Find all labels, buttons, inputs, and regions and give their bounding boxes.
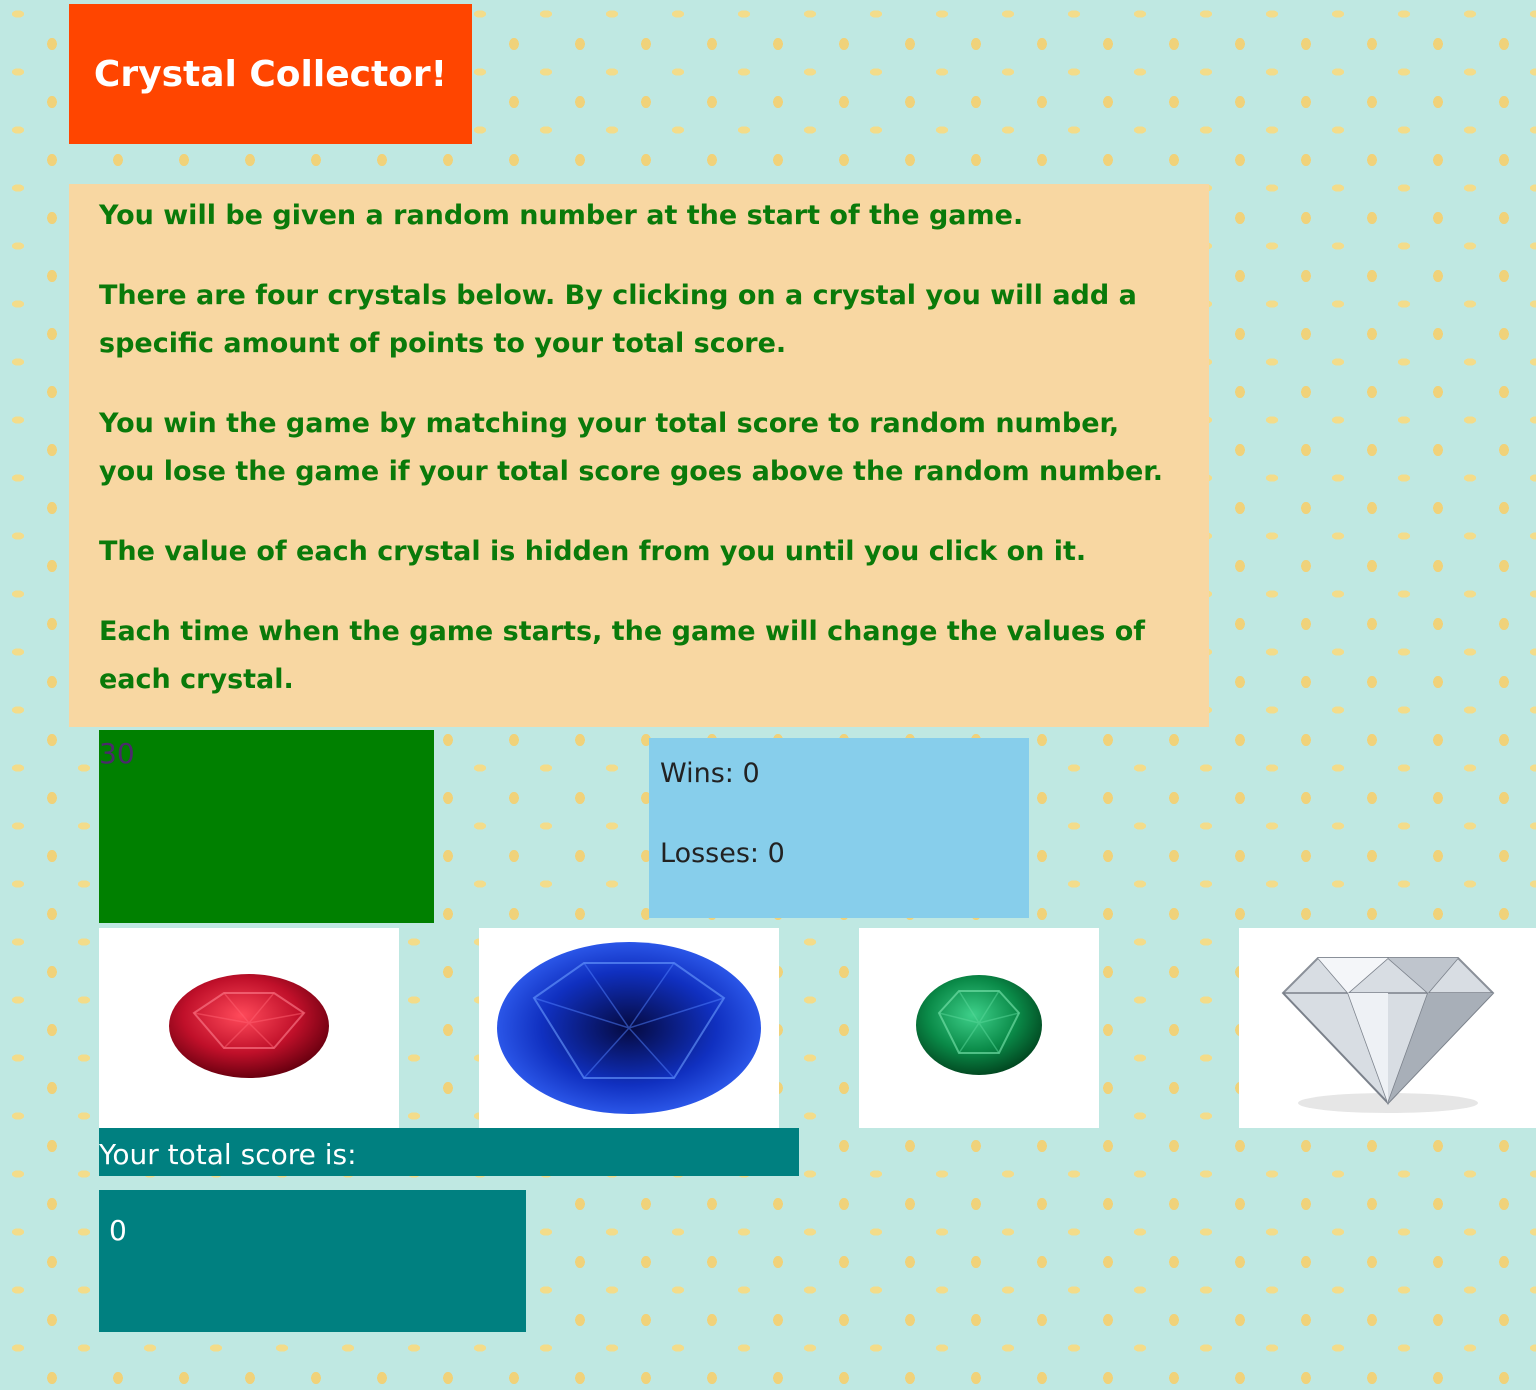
win-loss-panel: Wins: 0 Losses: 0 <box>649 738 1029 918</box>
instruction-2: There are four crystals below. By clicki… <box>99 280 1137 359</box>
losses-count: Losses: 0 <box>660 838 785 869</box>
ruby-crystal-button[interactable] <box>99 928 399 1128</box>
instruction-4: The value of each crystal is hidden from… <box>99 536 1087 567</box>
total-score-box: 0 <box>99 1190 526 1332</box>
wins-count: Wins: 0 <box>660 758 760 789</box>
instruction-5: Each time when the game starts, the game… <box>99 616 1146 695</box>
total-score-label: Your total score is: <box>99 1128 799 1176</box>
diamond-crystal-icon <box>1281 957 1494 1113</box>
diamond-crystal-button[interactable] <box>1239 928 1536 1128</box>
random-number: 30 <box>99 737 135 770</box>
total-score-value: 0 <box>109 1214 127 1247</box>
instruction-3: You win the game by matching your total … <box>99 408 1163 487</box>
random-number-box: 30 <box>99 730 434 923</box>
sapphire-crystal-button[interactable] <box>479 928 779 1128</box>
emerald-crystal-button[interactable] <box>859 928 1099 1128</box>
instructions-panel: You will be given a random number at the… <box>69 184 1209 727</box>
game-title: Crystal Collector! <box>69 4 472 144</box>
emerald-crystal-icon <box>916 975 1042 1075</box>
sapphire-crystal-icon <box>497 942 761 1114</box>
ruby-crystal-icon <box>169 974 329 1078</box>
instruction-1: You will be given a random number at the… <box>99 200 1024 231</box>
